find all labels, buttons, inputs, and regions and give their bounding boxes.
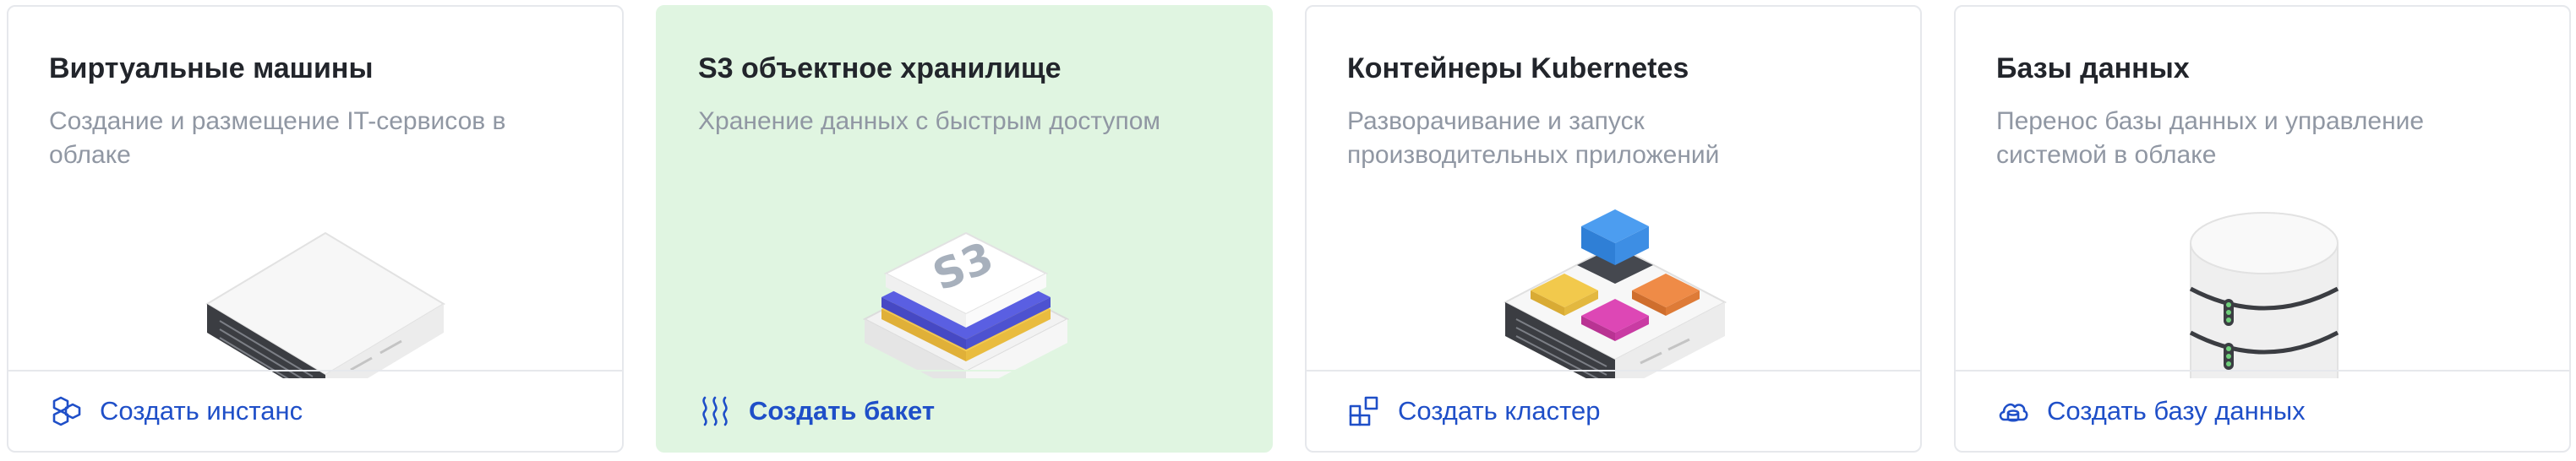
action-label: Создать базу данных	[2047, 396, 2306, 426]
database-icon	[2099, 193, 2429, 378]
card-description: Разворачивание и запуск производительных…	[1347, 107, 1720, 169]
s3-storage-icon: S3	[801, 193, 1131, 378]
card-description: Хранение данных с быстрым доступом	[698, 107, 1161, 135]
create-bucket-button[interactable]: Создать бакет	[658, 370, 1271, 451]
create-cluster-button[interactable]: Создать кластер	[1307, 370, 1920, 451]
card-s3-storage[interactable]: S3 объектное хранилище Хранение данных с…	[656, 5, 1273, 453]
database-cloud-icon	[1996, 394, 2030, 428]
action-label: Создать инстанс	[100, 396, 303, 426]
card-description: Перенос базы данных и управление системо…	[1996, 107, 2425, 169]
card-description: Создание и размещение IT-сервисов в обла…	[49, 107, 506, 169]
action-label: Создать бакет	[749, 396, 936, 426]
card-title: Базы данных	[1996, 52, 2190, 84]
card-title: Виртуальные машины	[49, 52, 374, 84]
hexagon-cluster-icon	[49, 394, 83, 428]
card-title: Контейнеры Kubernetes	[1347, 52, 1689, 84]
kubernetes-containers-icon	[1450, 193, 1780, 378]
card-virtual-machines[interactable]: Виртуальные машины Создание и размещение…	[7, 5, 624, 453]
card-title: S3 объектное хранилище	[698, 52, 1062, 84]
card-kubernetes[interactable]: Контейнеры Kubernetes Разворачивание и з…	[1305, 5, 1922, 453]
waves-icon	[698, 394, 732, 428]
server-icon	[152, 193, 482, 378]
service-cards-row: Виртуальные машины Создание и размещение…	[0, 0, 2576, 461]
create-database-button[interactable]: Создать базу данных	[1956, 370, 2569, 451]
cluster-grid-icon	[1347, 394, 1381, 428]
action-label: Создать кластер	[1398, 396, 1601, 426]
create-instance-button[interactable]: Создать инстанс	[8, 370, 622, 451]
card-databases[interactable]: Базы данных Перенос базы данных и управл…	[1954, 5, 2571, 453]
